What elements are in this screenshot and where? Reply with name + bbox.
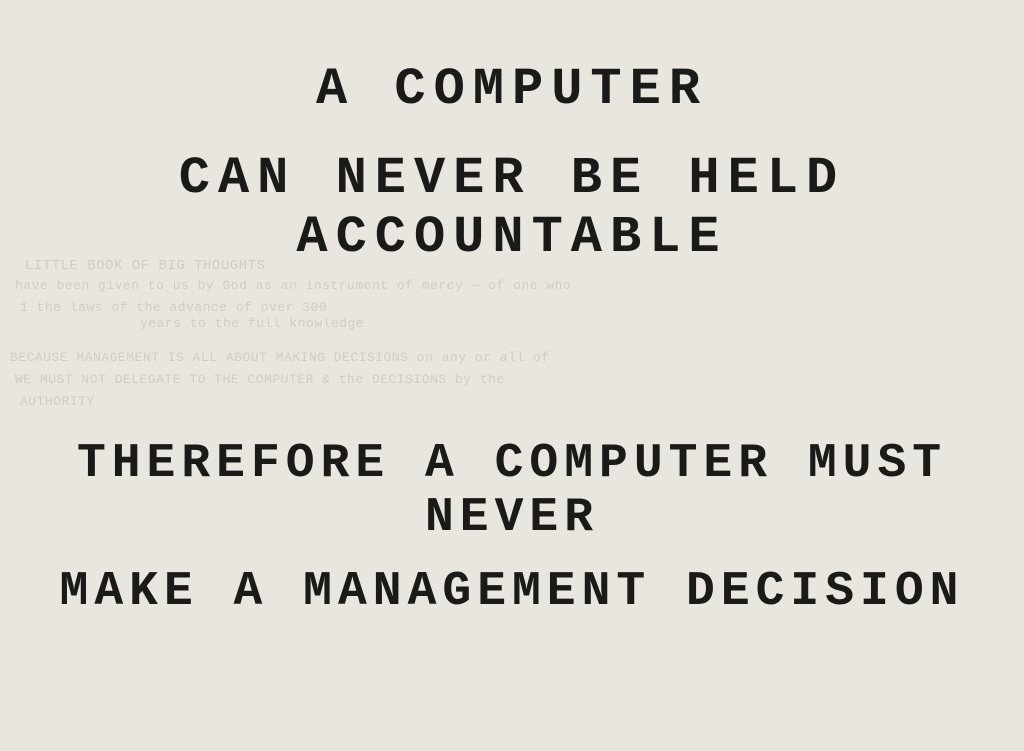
line2-text: CAN NEVER BE HELD ACCOUNTABLE [0, 149, 1024, 267]
main-content: A COMPUTER CAN NEVER BE HELD ACCOUNTABLE… [0, 0, 1024, 751]
line1-text: A COMPUTER [316, 60, 708, 119]
page-background: LITTLE BOOK OF BIG THOUGHTS have been gi… [0, 0, 1024, 751]
line4-text: MAKE A MANAGEMENT DECISION [60, 565, 965, 619]
line3-text: THEREFORE A COMPUTER MUST NEVER [0, 437, 1024, 545]
